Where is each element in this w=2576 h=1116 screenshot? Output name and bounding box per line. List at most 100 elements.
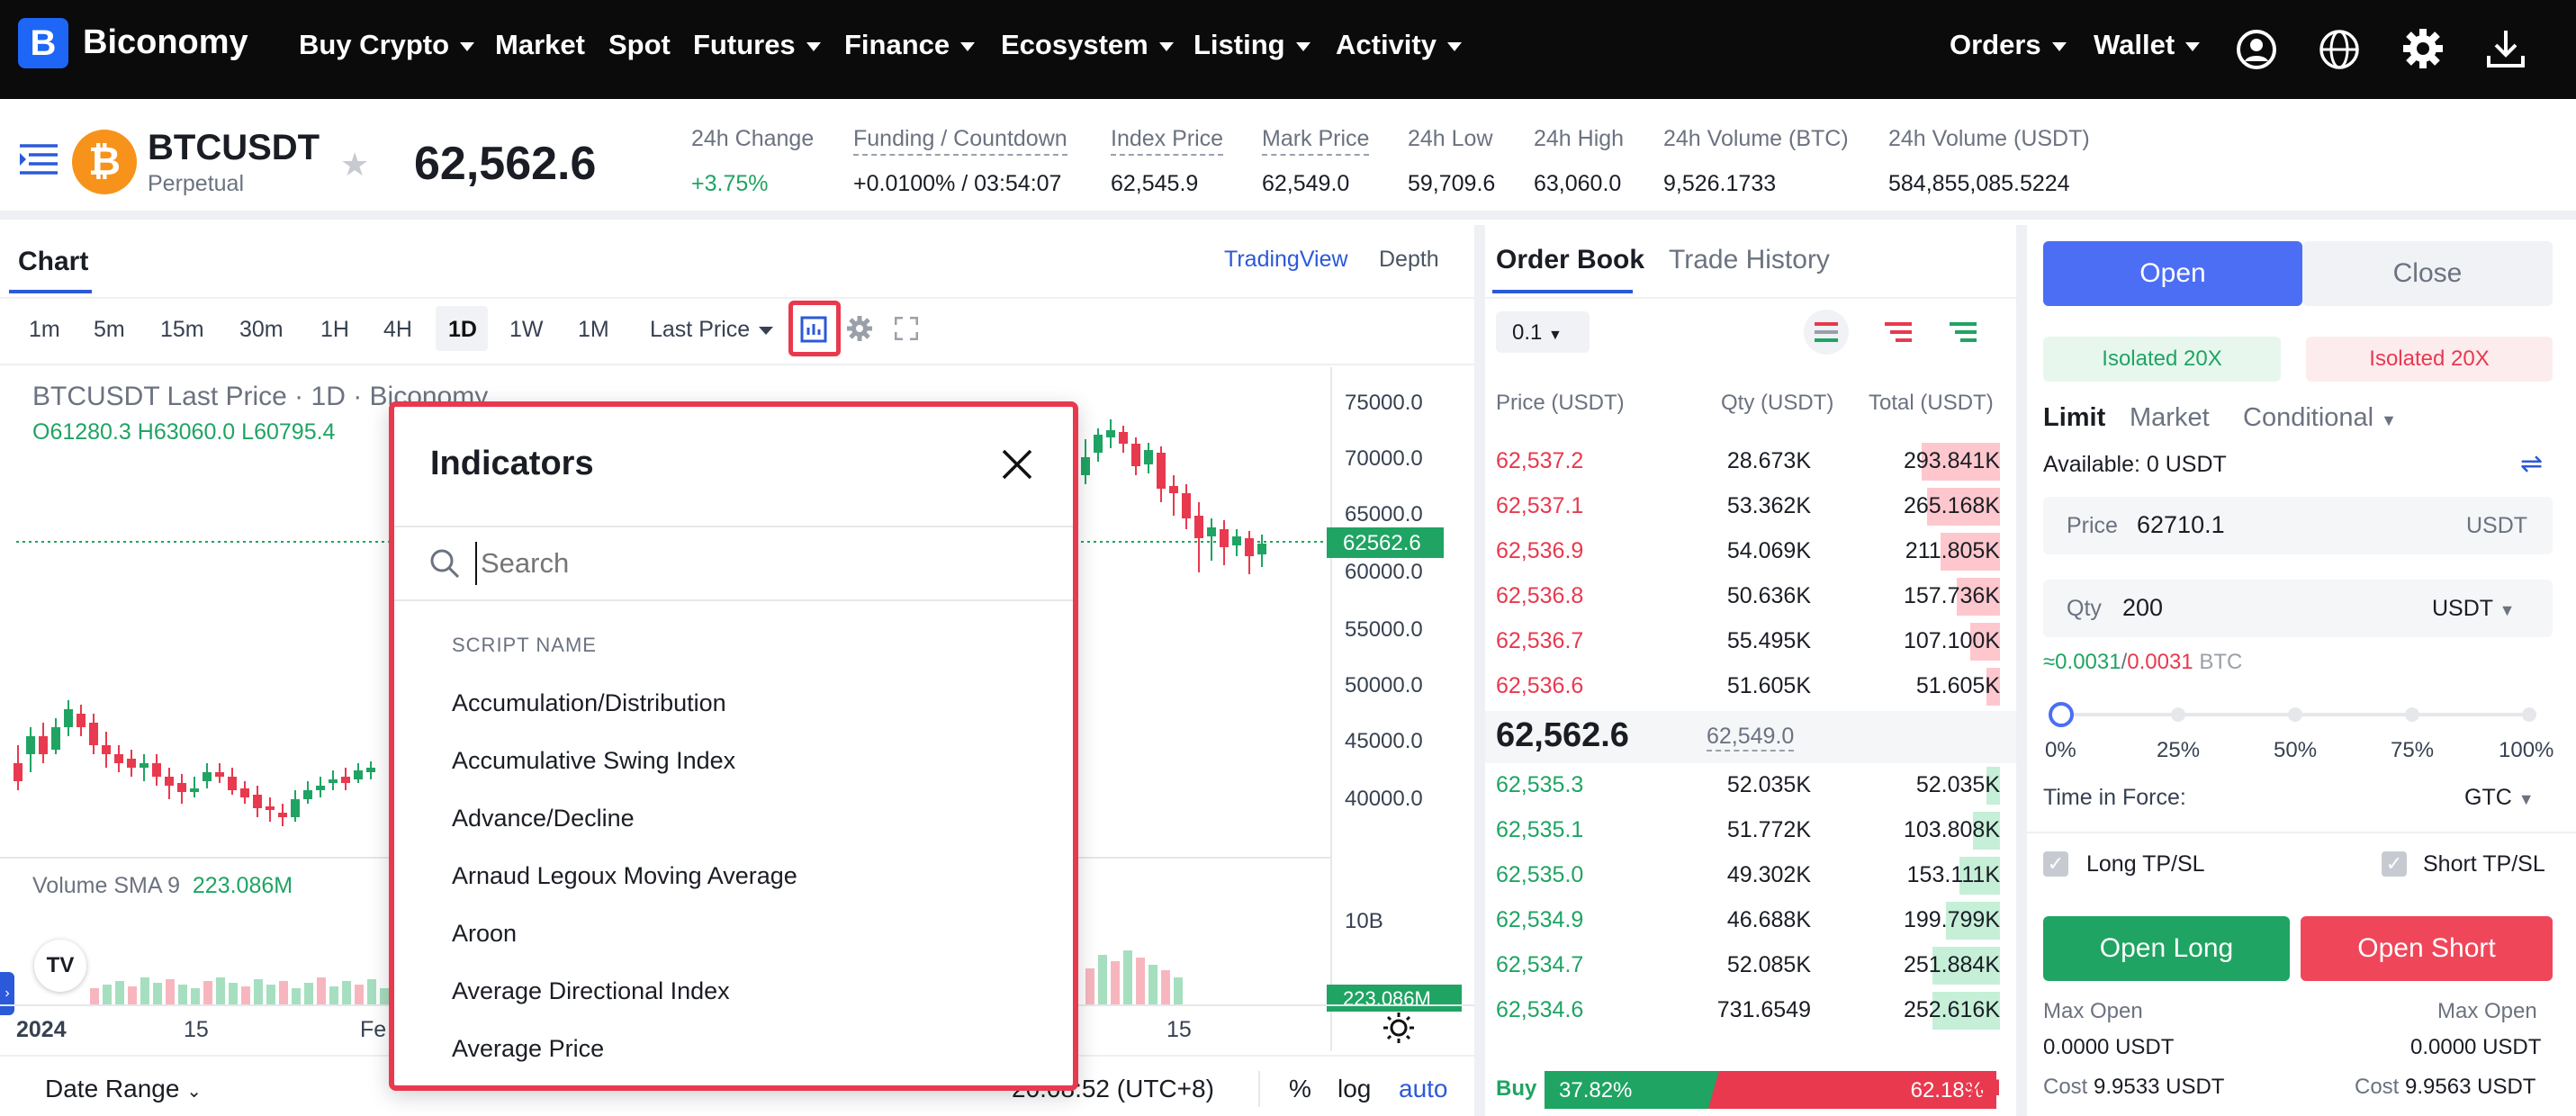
indicator-item[interactable]: Average Directional Index: [452, 977, 730, 1005]
slider-mark[interactable]: [2405, 707, 2419, 722]
order-type-conditional[interactable]: Conditional ▼: [2243, 403, 2397, 433]
tf-1mo[interactable]: 1M: [578, 317, 609, 343]
ask-row[interactable]: 62,537.2 28.673K 293.841K: [1496, 439, 2000, 484]
stat-index-label[interactable]: Index Price: [1111, 126, 1224, 156]
indicator-item[interactable]: Accumulation/Distribution: [452, 689, 726, 717]
volume-bar: [1098, 955, 1107, 1004]
tf-1m[interactable]: 1m: [29, 317, 60, 343]
tf-15m[interactable]: 15m: [160, 317, 204, 343]
ask-row[interactable]: 62,536.7 55.495K 107.100K: [1496, 619, 2000, 664]
user-icon[interactable]: [2236, 29, 2277, 70]
open-tab-button[interactable]: Open: [2043, 241, 2302, 306]
favorite-star-icon[interactable]: ★: [340, 146, 369, 184]
tf-5m[interactable]: 5m: [94, 317, 125, 343]
auto-toggle[interactable]: auto: [1399, 1075, 1448, 1103]
isolated-short-button[interactable]: Isolated 20X: [2306, 337, 2553, 382]
slider-thumb[interactable]: [2049, 702, 2074, 727]
brand-name[interactable]: Biconomy: [83, 23, 248, 62]
bid-row[interactable]: 62,534.7 52.085K 251.884K: [1496, 943, 2000, 988]
view-depth[interactable]: Depth: [1379, 247, 1439, 273]
long-tpsl-label[interactable]: Long TP/SL: [2086, 851, 2205, 878]
bid-row[interactable]: 62,534.9 46.688K 199.799K: [1496, 898, 2000, 943]
percent-toggle[interactable]: %: [1289, 1075, 1311, 1103]
qty-input-value[interactable]: 200: [2122, 594, 2163, 622]
nav-finance[interactable]: Finance: [844, 29, 976, 61]
indicator-item[interactable]: Aroon: [452, 920, 517, 948]
order-type-limit[interactable]: Limit: [2043, 403, 2105, 433]
bid-row[interactable]: 62,535.1 51.772K 103.808K: [1496, 808, 2000, 853]
indicator-item[interactable]: Advance/Decline: [452, 805, 635, 832]
theme-sun-icon[interactable]: [1383, 1012, 1415, 1044]
order-type-market[interactable]: Market: [2130, 403, 2210, 433]
close-icon[interactable]: [1001, 448, 1033, 481]
gear-icon[interactable]: [2401, 27, 2445, 70]
close-tab-button[interactable]: Close: [2302, 241, 2553, 306]
indicator-search-input[interactable]: [475, 542, 1051, 585]
settings-icon[interactable]: [846, 315, 873, 342]
indicator-item[interactable]: Arnaud Legoux Moving Average: [452, 862, 797, 890]
ask-row[interactable]: 62,536.9 54.069K 211.805K: [1496, 529, 2000, 574]
volume-bar: [380, 988, 389, 1004]
symbol-name[interactable]: BTCUSDT: [148, 128, 320, 168]
slider-mark[interactable]: [2288, 707, 2302, 722]
isolated-long-button[interactable]: Isolated 20X: [2043, 337, 2281, 382]
candle: [303, 781, 312, 804]
tf-1w[interactable]: 1W: [509, 317, 544, 343]
view-asks-icon[interactable]: [1885, 322, 1912, 342]
short-tpsl-label[interactable]: Short TP/SL: [2423, 851, 2545, 878]
tab-chart[interactable]: Chart: [18, 247, 88, 277]
short-tpsl-checkbox[interactable]: ✓: [2382, 851, 2407, 877]
view-bids-icon[interactable]: [1950, 322, 1977, 342]
indicator-item[interactable]: Accumulative Swing Index: [452, 747, 735, 775]
tf-4h[interactable]: 4H: [383, 317, 412, 343]
globe-icon[interactable]: [2319, 29, 2360, 70]
fullscreen-icon[interactable]: [895, 317, 918, 340]
long-tpsl-checkbox[interactable]: ✓: [2043, 851, 2068, 877]
nav-market[interactable]: Market: [495, 29, 585, 61]
log-toggle[interactable]: log: [1338, 1075, 1371, 1103]
volume-tag: 223.086M: [1327, 985, 1462, 1012]
nav-buy-crypto[interactable]: Buy Crypto: [299, 29, 475, 61]
logo[interactable]: B: [18, 18, 68, 68]
ask-row[interactable]: 62,536.6 51.605K 51.605K: [1496, 664, 2000, 709]
price-input-value[interactable]: 62710.1: [2137, 511, 2225, 539]
tab-order-book[interactable]: Order Book: [1496, 245, 1644, 275]
download-icon[interactable]: [2484, 27, 2527, 70]
nav-spot[interactable]: Spot: [608, 29, 671, 61]
nav-listing[interactable]: Listing: [1193, 29, 1311, 61]
tif-select[interactable]: GTC ▼: [2464, 785, 2535, 811]
view-both-icon[interactable]: [1815, 322, 1838, 342]
ask-row[interactable]: 62,536.8 50.636K 157.736K: [1496, 574, 2000, 619]
tf-1h[interactable]: 1H: [320, 317, 349, 343]
candle: [1094, 428, 1103, 462]
precision-select[interactable]: 0.1 ▼: [1496, 311, 1590, 353]
nav-futures[interactable]: Futures: [693, 29, 821, 61]
tf-1d[interactable]: 1D: [448, 317, 477, 343]
nav-wallet[interactable]: Wallet: [2094, 29, 2201, 61]
tf-30m[interactable]: 30m: [239, 317, 284, 343]
open-short-button[interactable]: Open Short: [2301, 916, 2553, 981]
bid-row[interactable]: 62,534.6 731.6549 252.616K: [1496, 988, 2000, 1033]
indicators-icon[interactable]: [799, 313, 830, 344]
expand-left-handle[interactable]: ›: [0, 972, 14, 1015]
nav-orders[interactable]: Orders: [1950, 29, 2067, 61]
stat-funding-label[interactable]: Funding / Countdown: [853, 126, 1067, 156]
menu-icon[interactable]: [20, 142, 58, 175]
qty-unit-select[interactable]: USDT ▼: [2432, 596, 2515, 622]
open-long-button[interactable]: Open Long: [2043, 916, 2290, 981]
date-range-button[interactable]: Date Range ⌄: [45, 1075, 202, 1103]
tab-trade-history[interactable]: Trade History: [1669, 245, 1830, 275]
nav-ecosystem[interactable]: Ecosystem: [1001, 29, 1174, 61]
bid-row[interactable]: 62,535.3 52.035K 52.035K: [1496, 763, 2000, 808]
bid-row[interactable]: 62,535.0 49.302K 153.111K: [1496, 853, 2000, 898]
price-type-select[interactable]: Last Price: [650, 317, 774, 343]
tradingview-logo[interactable]: TV: [34, 940, 86, 992]
slider-mark[interactable]: [2171, 707, 2185, 722]
view-tradingview[interactable]: TradingView: [1224, 247, 1348, 273]
nav-activity[interactable]: Activity: [1336, 29, 1462, 61]
ask-row[interactable]: 62,537.1 53.362K 265.168K: [1496, 484, 2000, 529]
transfer-icon[interactable]: ⇌: [2520, 448, 2543, 480]
stat-mark-label[interactable]: Mark Price: [1262, 126, 1370, 156]
slider-mark[interactable]: [2522, 707, 2536, 722]
indicator-item[interactable]: Average Price: [452, 1035, 604, 1063]
